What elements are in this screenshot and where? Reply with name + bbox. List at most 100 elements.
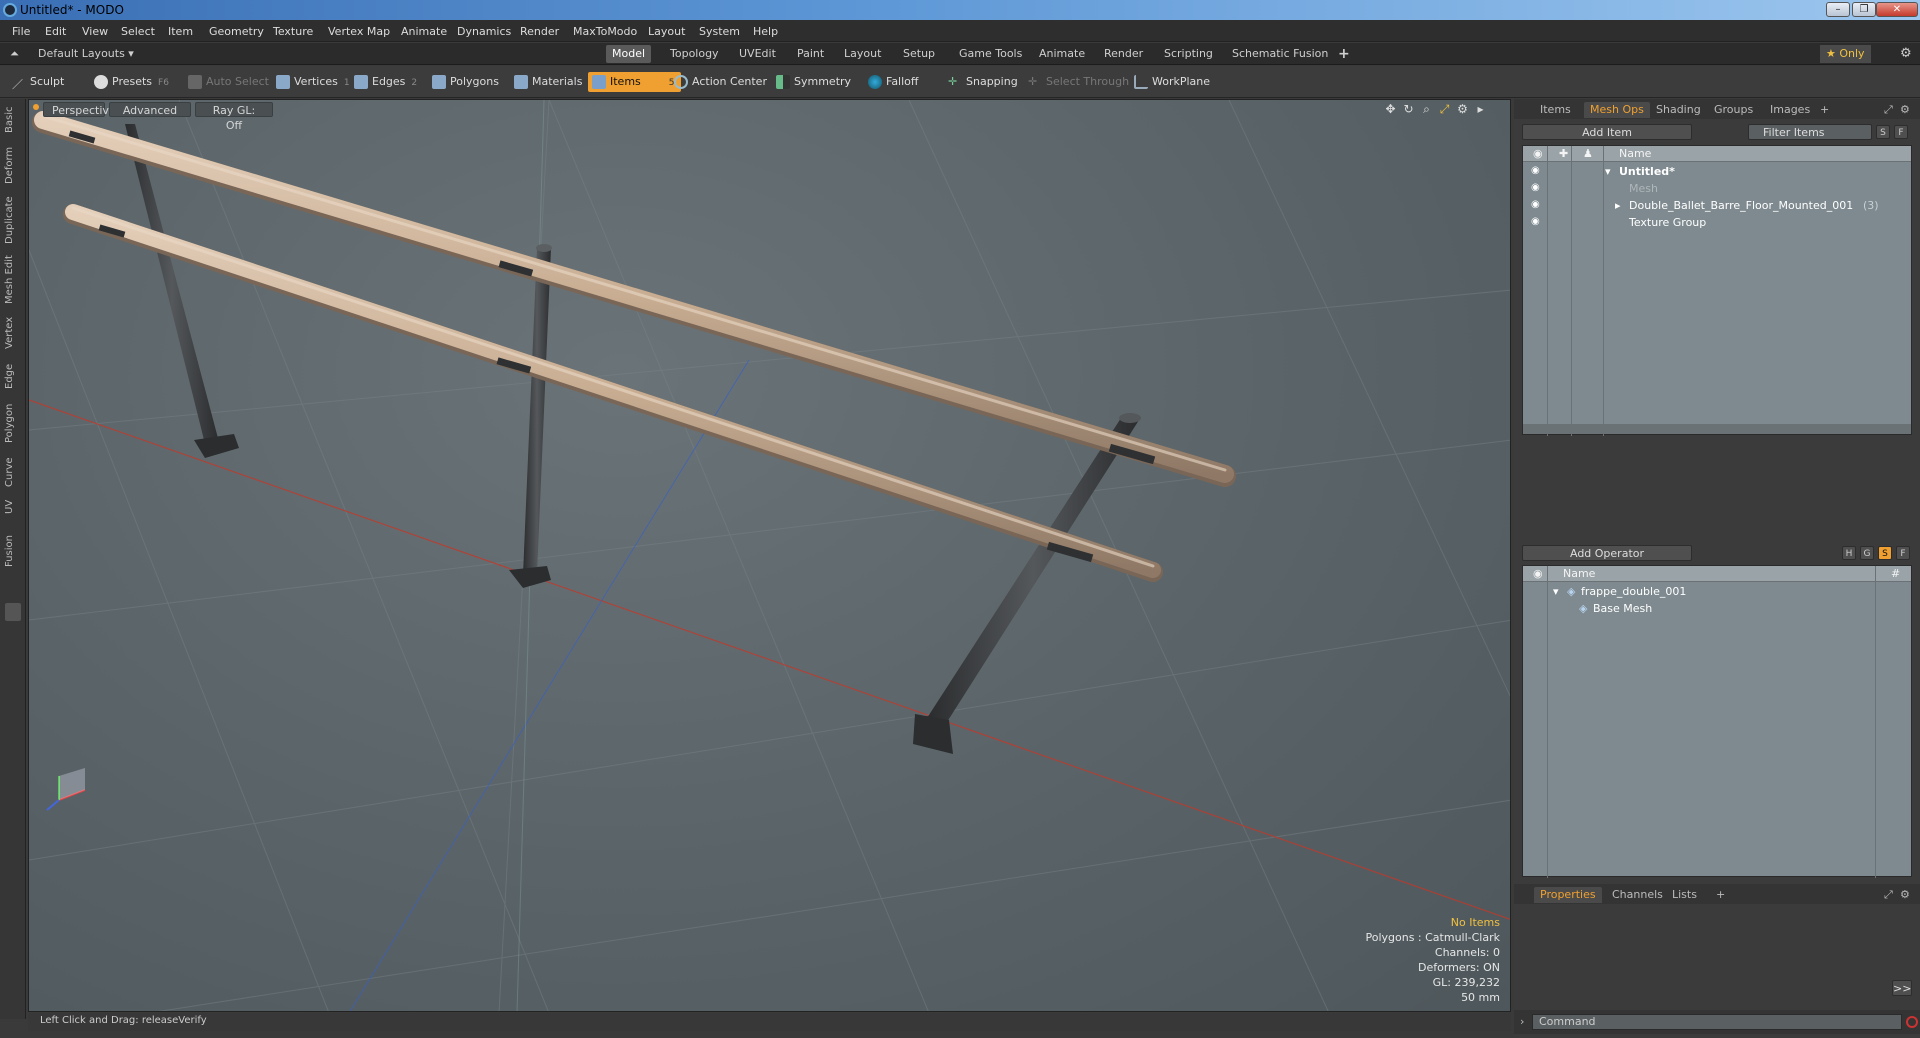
vertices-button[interactable]: Vertices 1 <box>272 72 350 92</box>
close-button[interactable]: ✕ <box>1876 2 1918 17</box>
item-list-scrollbar[interactable] <box>1523 424 1911 434</box>
auto-select-button[interactable]: Auto Select <box>184 72 269 92</box>
menu-view[interactable]: View <box>82 25 108 38</box>
only-toggle[interactable]: ★ Only <box>1820 45 1871 63</box>
advanced-dropdown[interactable]: Advanced <box>109 102 191 117</box>
operator-list[interactable]: ◉ Name # ▾ ◈ frappe_double_001 ◈ Base Me… <box>1522 565 1912 878</box>
falloff-button[interactable]: Falloff <box>864 72 918 92</box>
tab-duplicate[interactable]: Duplicate <box>4 195 22 245</box>
menu-texture[interactable]: Texture <box>273 25 313 38</box>
panel-gear-icon[interactable]: ⚙ <box>1894 102 1916 118</box>
eye-icon[interactable]: ◉ <box>1531 183 1544 193</box>
expand-arrow-icon[interactable]: ▾ <box>1605 163 1611 180</box>
eye-icon[interactable]: ◉ <box>1531 166 1544 176</box>
tab-deform[interactable]: Deform <box>4 145 22 185</box>
pan-icon[interactable]: ✥ <box>1384 103 1397 116</box>
tree-row-scene[interactable]: ◉ ▾ Untitled* <box>1523 163 1911 180</box>
tab-polygon[interactable]: Polygon <box>4 401 22 445</box>
add-operator-dropdown[interactable]: Add Operator <box>1522 545 1692 561</box>
add-layout-button[interactable]: + <box>1332 45 1356 63</box>
workplane-button[interactable]: WorkPlane <box>1130 72 1210 92</box>
perspective-dropdown[interactable]: Perspective <box>43 102 116 117</box>
tree-row-mesh[interactable]: ◉ Mesh <box>1523 180 1911 197</box>
item-list[interactable]: ◉ ✚ ♟ Name ◉ ▾ Untitled* ◉ Mesh ◉ ▸ Doub… <box>1522 145 1912 436</box>
tab-render[interactable]: Render <box>1098 45 1149 63</box>
edges-button[interactable]: Edges 2 <box>350 72 417 92</box>
menu-file[interactable]: File <box>12 25 30 38</box>
menu-animate[interactable]: Animate <box>401 25 447 38</box>
menu-geometry[interactable]: Geometry <box>209 25 264 38</box>
tab-mesh-ops[interactable]: Mesh Ops <box>1584 102 1650 118</box>
layout-lock-icon[interactable]: ⏶ <box>8 45 21 63</box>
snapping-button[interactable]: ✛ Snapping <box>944 72 1018 92</box>
ops-s-button[interactable]: S <box>1878 546 1892 560</box>
tab-mesh-edit[interactable]: Mesh Edit <box>4 255 22 305</box>
sculpt-button[interactable]: ／ Sculpt <box>8 72 64 92</box>
command-stop-icon[interactable] <box>1906 1016 1918 1028</box>
raygl-dropdown[interactable]: Ray GL: Off <box>195 102 273 132</box>
add-item-dropdown[interactable]: Add Item <box>1522 124 1692 140</box>
tab-channels[interactable]: Channels <box>1606 887 1669 903</box>
tree-row-texture-group[interactable]: ◉ Texture Group <box>1523 214 1911 231</box>
rotate-icon[interactable]: ↻ <box>1402 103 1415 116</box>
zoom-icon[interactable]: ⌕ <box>1420 103 1433 116</box>
props-gear-icon[interactable]: ⚙ <box>1894 887 1916 903</box>
tab-animate[interactable]: Animate <box>1033 45 1091 63</box>
tree-row-barre[interactable]: ◉ ▸ Double_Ballet_Barre_Floor_Mounted_00… <box>1523 197 1911 214</box>
tab-vertex[interactable]: Vertex <box>4 315 22 351</box>
tab-paint[interactable]: Paint <box>791 45 830 63</box>
menu-select[interactable]: Select <box>121 25 155 38</box>
filter-s-button[interactable]: S <box>1876 125 1890 139</box>
filter-items-input[interactable]: Filter Items <box>1748 124 1872 140</box>
tab-topology[interactable]: Topology <box>664 45 725 63</box>
command-input[interactable]: Command <box>1532 1014 1902 1030</box>
menu-render[interactable]: Render <box>520 25 559 38</box>
tab-groups[interactable]: Groups <box>1708 102 1759 118</box>
menu-dynamics[interactable]: Dynamics <box>457 25 511 38</box>
ops-f-button[interactable]: F <box>1896 546 1910 560</box>
tab-basic[interactable]: Basic <box>4 105 22 135</box>
tab-uv[interactable]: UV <box>4 497 22 517</box>
props-more-button[interactable]: >> <box>1892 980 1912 996</box>
items-button[interactable]: Items 5 <box>588 72 681 92</box>
tab-lists[interactable]: Lists <box>1666 887 1703 903</box>
ops-g-button[interactable]: G <box>1860 546 1874 560</box>
tab-model[interactable]: Model <box>606 45 652 63</box>
filter-f-button[interactable]: F <box>1894 125 1908 139</box>
menu-system[interactable]: System <box>699 25 740 38</box>
add-tab-button[interactable]: + <box>1814 102 1835 118</box>
tab-game-tools[interactable]: Game Tools <box>953 45 1028 63</box>
menu-vertex-map[interactable]: Vertex Map <box>328 25 390 38</box>
tab-properties[interactable]: Properties <box>1534 887 1602 903</box>
add-props-tab-button[interactable]: + <box>1710 887 1731 903</box>
materials-button[interactable]: Materials <box>510 72 582 92</box>
select-through-button[interactable]: ✛ Select Through <box>1024 72 1129 92</box>
tab-scripting[interactable]: Scripting <box>1158 45 1219 63</box>
tab-curve[interactable]: Curve <box>4 455 22 489</box>
menu-layout[interactable]: Layout <box>648 25 685 38</box>
presets-button[interactable]: Presets F6 <box>90 72 169 92</box>
tab-uvedit[interactable]: UVEdit <box>733 45 782 63</box>
ops-row-frappe[interactable]: ▾ ◈ frappe_double_001 <box>1523 583 1911 600</box>
tab-fusion[interactable]: Fusion <box>4 531 22 571</box>
tab-schematic-fusion[interactable]: Schematic Fusion <box>1226 45 1334 63</box>
expand-arrow-icon[interactable]: ▸ <box>1615 197 1621 214</box>
layout-gear-icon[interactable]: ⚙ <box>1894 45 1918 63</box>
3d-viewport[interactable]: Perspective Advanced Ray GL: Off ✥ ↻ ⌕ ⤢… <box>28 99 1511 1012</box>
eye-icon[interactable]: ◉ <box>1531 217 1544 227</box>
tool-strip-toggle[interactable] <box>5 603 21 621</box>
fit-icon[interactable]: ⤢ <box>1438 103 1451 116</box>
tab-setup[interactable]: Setup <box>897 45 941 63</box>
tab-items[interactable]: Items <box>1534 102 1577 118</box>
default-layouts-dropdown[interactable]: Default Layouts ▾ <box>32 45 140 63</box>
eye-icon[interactable]: ◉ <box>1531 200 1544 210</box>
ops-row-base-mesh[interactable]: ◈ Base Mesh <box>1523 600 1911 617</box>
menu-item[interactable]: Item <box>168 25 193 38</box>
tab-images[interactable]: Images <box>1764 102 1816 118</box>
menu-edit[interactable]: Edit <box>45 25 66 38</box>
expand-arrow-icon[interactable]: ▾ <box>1553 583 1559 600</box>
tab-shading[interactable]: Shading <box>1650 102 1707 118</box>
menu-maxtomodo[interactable]: MaxToModo <box>573 25 637 38</box>
polygons-button[interactable]: Polygons <box>428 72 499 92</box>
minimize-button[interactable]: – <box>1826 2 1850 17</box>
